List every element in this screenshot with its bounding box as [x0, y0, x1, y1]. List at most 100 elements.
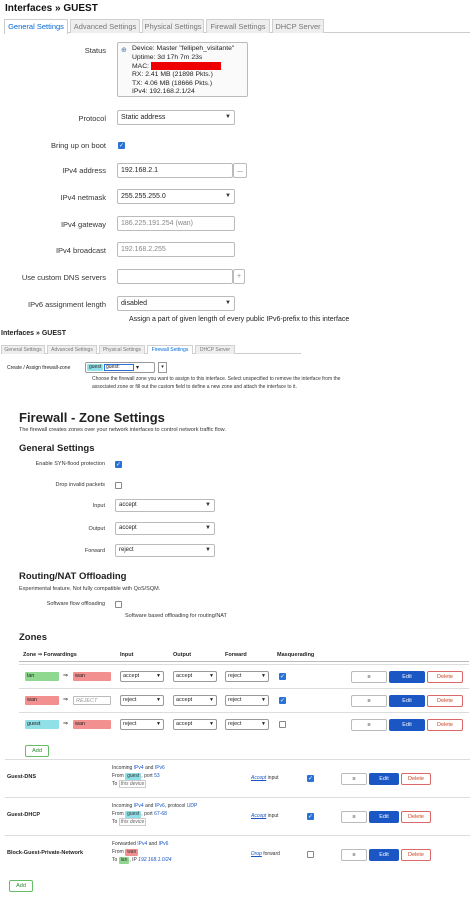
mid-tab-firewall[interactable]: Firewall Settings	[147, 345, 193, 354]
zone-dropdown-toggle[interactable]: ▾	[158, 362, 167, 373]
rule-edit-button[interactable]: Edit	[369, 849, 399, 861]
add-zone-button[interactable]: Add	[25, 745, 49, 757]
chevron-down-icon: ▼	[225, 300, 231, 306]
tab-physical-settings[interactable]: Physical Settings	[142, 19, 204, 33]
rule-name: Guest-DNS	[7, 774, 37, 780]
gateway-input[interactable]: 186.225.191.254 (wan)	[117, 216, 235, 231]
rule-enable-checkbox[interactable]	[307, 851, 314, 858]
mid-tab-bar: General Settings Advanced Settings Physi…	[1, 345, 301, 354]
rule-enable-checkbox[interactable]: ✓	[307, 813, 314, 820]
zone-edit-button[interactable]: Edit	[389, 695, 425, 707]
rule-delete-button[interactable]: Delete	[401, 849, 431, 861]
dropinvalid-checkbox[interactable]	[115, 482, 122, 489]
swoffload-label: Software flow offloading	[46, 601, 105, 607]
arrow-right-icon: ⇒	[63, 697, 69, 703]
rule-delete-button[interactable]: Delete	[401, 773, 431, 785]
zone-menu-button[interactable]: ≡	[351, 719, 387, 731]
status-uptime: Uptime: 3d 17h 7m 23s	[132, 53, 203, 61]
chevron-down-icon: ▼	[225, 193, 231, 199]
zone-edit-button[interactable]: Edit	[389, 671, 425, 683]
mid-tab-physical[interactable]: Physical Settings	[99, 345, 145, 354]
tab-firewall-settings[interactable]: Firewall Settings	[206, 19, 270, 33]
zone-delete-button[interactable]: Delete	[427, 671, 463, 683]
ipv6-select[interactable]: disabled ▼	[117, 296, 235, 311]
zone-row: lan ⇒ wan accept ▼ accept ▼ reject ▼ ✓ ≡ Ed…	[19, 670, 469, 684]
zone-input-select[interactable]: accept ▼	[120, 671, 164, 682]
zone-forward-badge: wan	[73, 672, 111, 681]
zone-name-badge: lan	[25, 672, 59, 681]
zone-delete-button[interactable]: Delete	[427, 719, 463, 731]
zone-badge: guest	[87, 364, 104, 371]
rule-row: Guest-DHCP Incoming IPv4 and IPv6, proto…	[5, 802, 470, 834]
zone-forward-select[interactable]: reject ▼	[225, 719, 269, 730]
rule-row-divider	[5, 797, 470, 798]
rule-menu-button[interactable]: ≡	[341, 849, 367, 861]
zone-masq-checkbox[interactable]: ✓	[279, 673, 286, 680]
zones-header-masq: Masquerading	[277, 652, 315, 658]
rule-row: Guest-DNS Incoming IPv4 and IPv6 From gu…	[5, 764, 470, 796]
rule-menu-button[interactable]: ≡	[341, 811, 367, 823]
rule-enable-checkbox[interactable]: ✓	[307, 775, 314, 782]
rule-menu-button[interactable]: ≡	[341, 773, 367, 785]
broadcast-input[interactable]: 192.168.2.255	[117, 242, 235, 257]
dns-label: Use custom DNS servers	[21, 273, 106, 282]
chevron-down-icon: ▼	[261, 673, 266, 679]
synflood-checkbox[interactable]: ✓	[115, 461, 122, 468]
rule-desc-line2: From guest, port 67-68	[112, 811, 167, 818]
tab-general-settings[interactable]: General Settings	[4, 19, 68, 34]
zone-menu-button[interactable]: ≡	[351, 671, 387, 683]
protocol-select[interactable]: Static address ▼	[117, 110, 235, 125]
ipv4addr-input[interactable]: 192.168.2.1	[117, 163, 233, 178]
zones-header-forward: Forward	[225, 652, 247, 658]
forward-select[interactable]: reject ▼	[115, 544, 215, 557]
output-select[interactable]: accept ▼	[115, 522, 215, 535]
zone-masq-checkbox[interactable]	[279, 721, 286, 728]
network-icon: ⊕	[121, 47, 127, 54]
zone-output-select[interactable]: accept ▼	[173, 719, 217, 730]
status-mac: MAC:	[132, 62, 234, 71]
chevron-down-icon: ▼	[261, 721, 266, 727]
chevron-down-icon: ▼	[156, 721, 161, 727]
zone-input-select[interactable]: reject ▼	[120, 719, 164, 730]
zone-edit-button[interactable]: Edit	[389, 719, 425, 731]
zone-output-select[interactable]: accept ▼	[173, 695, 217, 706]
tab-advanced-settings[interactable]: Advanced Settings	[70, 19, 140, 33]
ipv4addr-more-button[interactable]: ...	[233, 163, 247, 178]
zone-name-badge: wan	[25, 696, 59, 705]
status-rx: RX: 2.41 MB (21898 Pkts.)	[132, 71, 213, 79]
rule-edit-button[interactable]: Edit	[369, 811, 399, 823]
netmask-select[interactable]: 255.255.255.0 ▼	[117, 189, 235, 204]
tab-dhcp-server[interactable]: DHCP Server	[272, 19, 324, 33]
add-rule-button[interactable]: Add	[9, 880, 33, 892]
dns-input[interactable]	[117, 269, 233, 284]
rule-delete-button[interactable]: Delete	[401, 811, 431, 823]
dns-add-button[interactable]: +	[233, 269, 245, 284]
zone-hint-2: associated zone or fill out the custom f…	[92, 384, 297, 390]
zone-output-select[interactable]: accept ▼	[173, 671, 217, 682]
mid-tab-advanced[interactable]: Advanced Settings	[47, 345, 97, 354]
bringup-checkbox[interactable]: ✓	[118, 142, 125, 149]
zone-custom-input[interactable]: guest:	[104, 364, 134, 371]
zone-forward-select[interactable]: reject ▼	[225, 695, 269, 706]
dropinvalid-label: Drop invalid packets	[55, 482, 105, 488]
zone-forward-select[interactable]: reject ▼	[225, 671, 269, 682]
rule-edit-button[interactable]: Edit	[369, 773, 399, 785]
mid-tab-dhcp[interactable]: DHCP Server	[195, 345, 235, 354]
chevron-down-icon: ▼	[156, 697, 161, 703]
input-select[interactable]: accept ▼	[115, 499, 215, 512]
zone-input-select[interactable]: reject ▼	[120, 695, 164, 706]
rule-desc-line2: From wan	[112, 849, 139, 856]
mid-tab-general[interactable]: General Settings	[1, 345, 45, 354]
chevron-down-icon: ▼	[209, 721, 214, 727]
rule-name: Guest-DHCP	[7, 812, 41, 818]
arrow-right-icon: ⇒	[63, 673, 69, 679]
zone-masq-checkbox[interactable]: ✓	[279, 697, 286, 704]
swoffload-checkbox[interactable]	[115, 601, 122, 608]
zone-menu-button[interactable]: ≡	[351, 695, 387, 707]
zone-assign-select[interactable]: guest guest: ▾	[85, 362, 155, 373]
zone-delete-button[interactable]: Delete	[427, 695, 463, 707]
mid-page-title: Interfaces » GUEST	[1, 330, 66, 337]
status-ipv4: IPv4: 192.168.2.1/24	[132, 88, 195, 96]
bringup-label: Bring up on boot	[50, 141, 106, 150]
zone-name-badge: guest	[25, 720, 59, 729]
